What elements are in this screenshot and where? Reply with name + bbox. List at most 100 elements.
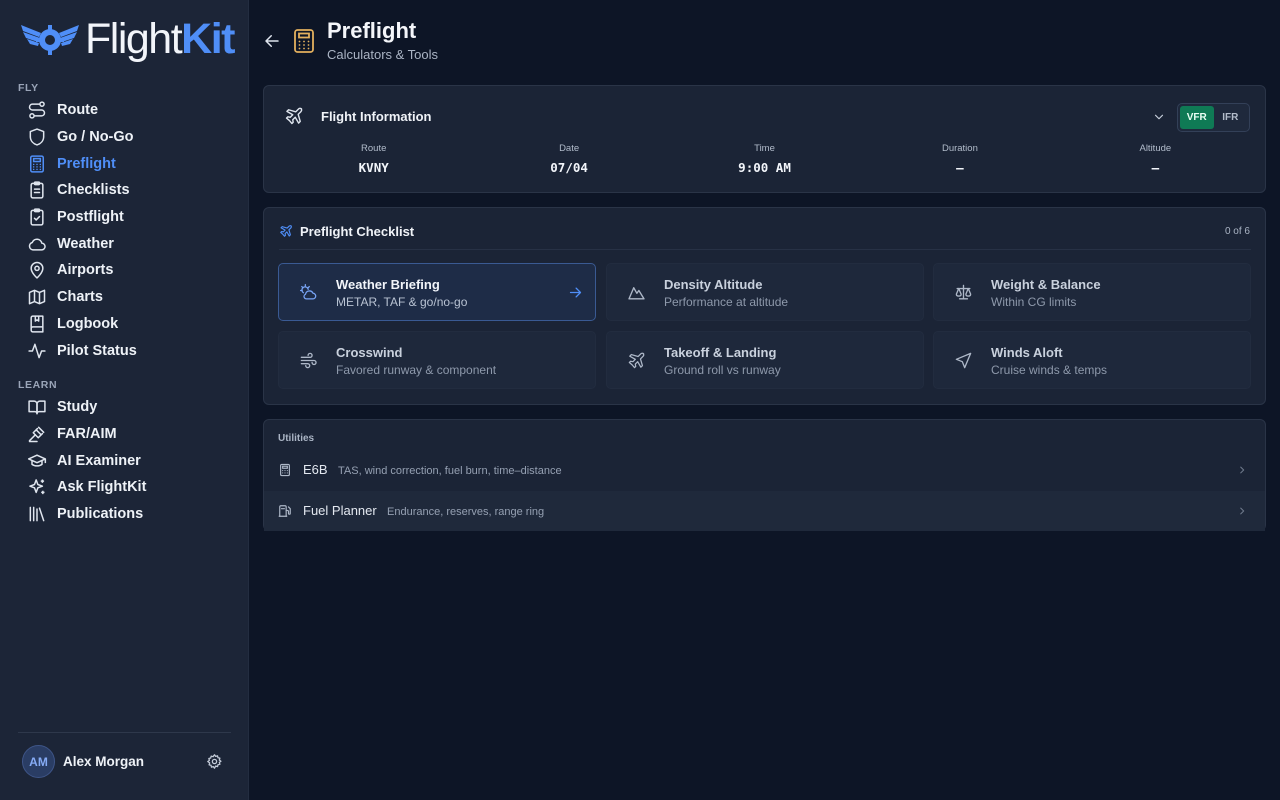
map-pin-icon [27, 260, 47, 280]
tile-subtitle: Favored runway & component [336, 363, 497, 377]
sidebar-item-label: Ask FlightKit [57, 479, 147, 496]
clipboard-check-icon [27, 207, 47, 227]
fuel-icon [278, 504, 292, 518]
date-field[interactable]: Date 07/04 [471, 143, 666, 175]
tile-title: Density Altitude [664, 277, 763, 292]
gear-icon[interactable] [206, 753, 223, 770]
book-open-icon [27, 397, 47, 417]
route-icon [27, 100, 47, 120]
sidebar-item-label: FAR/AIM [57, 426, 117, 443]
chevron-right-icon [1237, 506, 1247, 516]
sidebar-item-preflight[interactable]: Preflight [27, 150, 237, 177]
avatar[interactable]: AM [22, 745, 55, 778]
tile-title: Takeoff & Landing [664, 345, 777, 360]
app-logo[interactable]: FlightKit [19, 14, 235, 64]
sidebar-item-label: Preflight [57, 155, 116, 172]
sidebar-item-study[interactable]: Study [27, 394, 237, 421]
utilities-card: Utilities E6B TAS, wind correction, fuel… [263, 419, 1266, 531]
vfr-option[interactable]: VFR [1180, 106, 1214, 129]
utility-title: E6B [303, 462, 328, 477]
utility-description: TAS, wind correction, fuel burn, time–di… [338, 465, 562, 477]
time-field[interactable]: Time 9:00 AM [667, 143, 862, 175]
tile-title: Weather Briefing [336, 277, 440, 292]
tile-weight-balance[interactable]: Weight & Balance Within CG limits [933, 263, 1251, 321]
page-title: Preflight [327, 18, 417, 43]
field-label: Route [361, 143, 387, 154]
field-label: Time [754, 143, 775, 154]
flight-fields: Route KVNY Date 07/04 Time 9:00 AM Durat… [276, 143, 1253, 175]
route-field[interactable]: Route KVNY [276, 143, 471, 175]
sidebar-item-logbook[interactable]: Logbook [27, 311, 237, 338]
sidebar-item-far-aim[interactable]: FAR/AIM [27, 421, 237, 448]
plane-icon [279, 224, 293, 238]
sidebar-item-publications[interactable]: Publications [27, 501, 237, 528]
user-name: Alex Morgan [63, 754, 145, 769]
field-value: KVNY [358, 160, 389, 175]
sidebar-item-postflight[interactable]: Postflight [27, 204, 237, 231]
graduation-cap-icon [27, 451, 47, 471]
flight-information-title: Flight Information [321, 109, 432, 124]
tile-weather-briefing[interactable]: Weather Briefing METAR, TAF & go/no-go [278, 263, 596, 321]
preflight-checklist-card: Preflight Checklist 0 of 6 Weather Brief… [263, 207, 1266, 405]
sidebar-item-label: Logbook [57, 315, 119, 332]
sidebar-item-airports[interactable]: Airports [27, 257, 237, 284]
back-arrow-icon[interactable] [263, 32, 281, 50]
checklist-title: Preflight Checklist [300, 224, 415, 239]
gavel-icon [27, 424, 47, 444]
chevron-down-icon[interactable] [1152, 110, 1166, 124]
tile-crosswind[interactable]: Crosswind Favored runway & component [278, 331, 596, 389]
plane-icon [284, 106, 304, 126]
sidebar-item-label: Checklists [57, 182, 130, 199]
tile-title: Crosswind [336, 345, 403, 360]
duration-field[interactable]: Duration — [862, 143, 1057, 175]
utility-title: Fuel Planner [303, 503, 377, 518]
sidebar-item-route[interactable]: Route [27, 97, 237, 124]
user-profile[interactable]: AM Alex Morgan [22, 745, 232, 778]
sidebar-item-ask-flightkit[interactable]: Ask FlightKit [27, 474, 237, 501]
sidebar-item-weather[interactable]: Weather [27, 230, 237, 257]
tile-subtitle: Ground roll vs runway [664, 363, 781, 377]
sidebar: FlightKit FLY Route Go / No-Go Preflight [0, 0, 249, 800]
section-label-fly: FLY [18, 82, 39, 94]
cloud-sun-icon [299, 283, 318, 302]
plane-icon [627, 351, 646, 370]
ifr-option[interactable]: IFR [1214, 106, 1248, 129]
nav-learn: Study FAR/AIM AI Examiner Ask FlightKit … [27, 394, 237, 527]
sparkles-icon [27, 477, 47, 497]
sidebar-item-label: AI Examiner [57, 452, 141, 469]
sidebar-item-go-no-go[interactable]: Go / No-Go [27, 124, 237, 151]
tile-winds-aloft[interactable]: Winds Aloft Cruise winds & temps [933, 331, 1251, 389]
sidebar-item-label: Publications [57, 506, 144, 523]
checklist-progress: 0 of 6 [1224, 226, 1250, 237]
tile-subtitle: METAR, TAF & go/no-go [336, 295, 468, 309]
sidebar-item-charts[interactable]: Charts [27, 284, 237, 311]
field-label: Altitude [1139, 143, 1172, 154]
field-value: 9:00 AM [738, 160, 791, 175]
tile-density-altitude[interactable]: Density Altitude Performance at altitude [606, 263, 924, 321]
tile-title: Weight & Balance [991, 277, 1101, 292]
sidebar-item-label: Weather [57, 235, 114, 252]
clipboard-list-icon [27, 180, 47, 200]
cloud-icon [27, 234, 47, 254]
tile-subtitle: Performance at altitude [664, 295, 789, 309]
field-label: Date [559, 143, 580, 154]
scale-icon [954, 283, 973, 302]
shield-icon [27, 127, 47, 147]
divider [279, 249, 1251, 250]
calculator-icon [27, 154, 47, 174]
sidebar-item-pilot-status[interactable]: Pilot Status [27, 337, 237, 364]
sidebar-item-ai-examiner[interactable]: AI Examiner [27, 447, 237, 474]
flight-information-card: Flight Information VFR IFR Route KVNY Da… [263, 85, 1266, 193]
logo-text-kit: Kit [181, 14, 235, 63]
utilities-label: Utilities [278, 433, 315, 444]
field-value: 07/04 [550, 160, 588, 175]
tile-takeoff-landing[interactable]: Takeoff & Landing Ground roll vs runway [606, 331, 924, 389]
utility-row-fuel-planner[interactable]: Fuel Planner Endurance, reserves, range … [264, 491, 1265, 531]
altitude-field[interactable]: Altitude — [1058, 143, 1253, 175]
sidebar-item-label: Charts [57, 289, 103, 306]
section-label-learn: LEARN [18, 379, 58, 391]
sidebar-item-checklists[interactable]: Checklists [27, 177, 237, 204]
utility-row-e6b[interactable]: E6B TAS, wind correction, fuel burn, tim… [264, 450, 1265, 490]
logo-text-flight: Flight [85, 14, 183, 63]
tile-subtitle: Cruise winds & temps [991, 363, 1108, 377]
